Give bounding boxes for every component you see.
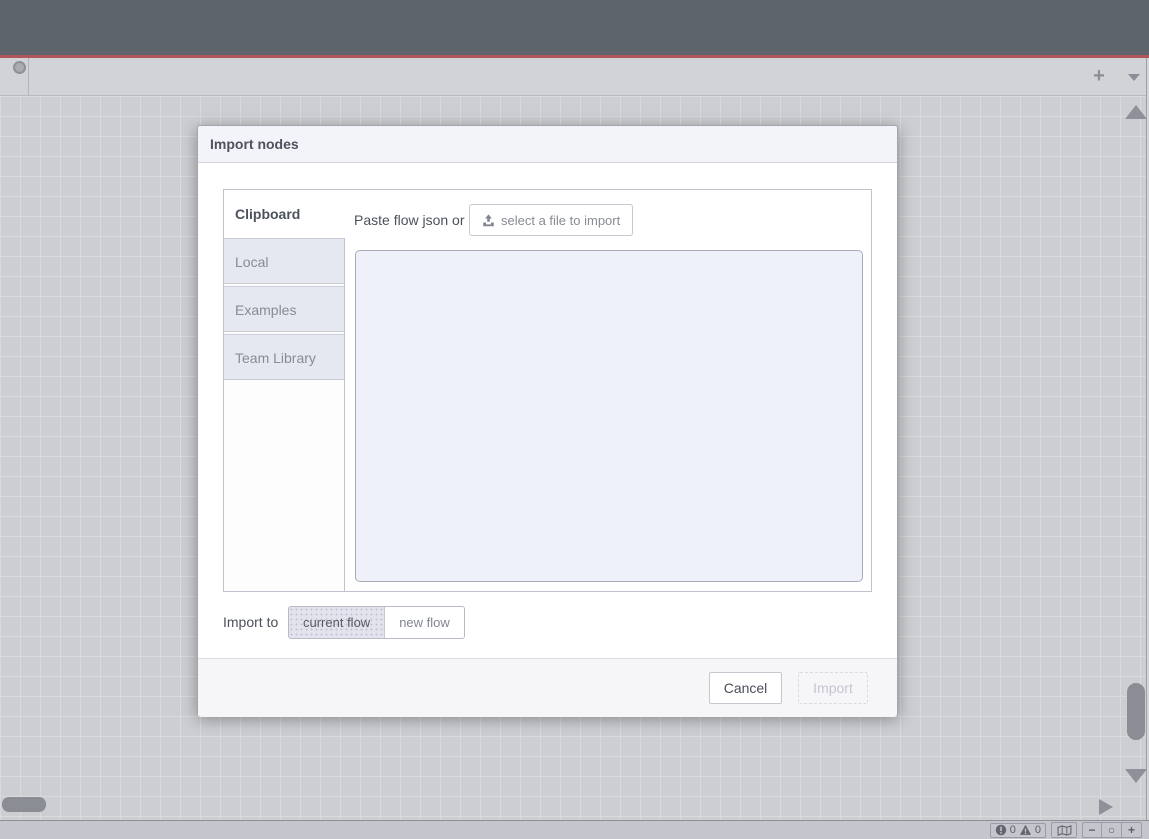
chevron-down-icon [1128,74,1140,81]
zoom-out-button[interactable]: − [1082,822,1102,838]
error-count: 0 [1010,824,1016,836]
tab-local[interactable]: Local [224,238,344,284]
dialog-footer: Cancel Import [198,658,897,717]
import-nodes-dialog: Import nodes Clipboard Local Examples Te… [197,125,898,716]
select-file-label: select a file to import [501,213,620,228]
target-current-flow-button[interactable]: current flow [289,607,384,638]
warning-count: 0 [1035,824,1041,836]
dialog-title: Import nodes [210,136,299,152]
dialog-header: Import nodes [198,126,897,163]
import-source-tabs: Clipboard Local Examples Team Library [224,190,345,591]
zoom-controls: − ○ + [1082,822,1142,838]
map-icon [1057,825,1072,836]
add-flow-button[interactable]: + [1086,62,1112,90]
cancel-button[interactable]: Cancel [709,672,782,704]
select-file-button[interactable]: select a file to import [469,204,633,236]
tab-clipboard[interactable]: Clipboard [224,190,346,238]
notifications-badge[interactable]: 0 0 [990,823,1046,838]
paste-flow-label: Paste flow json or [354,212,465,228]
warning-triangle-icon [1019,824,1032,836]
scroll-up-arrow[interactable] [1125,105,1147,119]
import-to-label: Import to [223,614,278,630]
import-target-group: current flow new flow [288,606,465,639]
target-new-flow-button[interactable]: new flow [384,607,464,638]
workspace-tabbar: + [0,58,1149,96]
import-content-box: Clipboard Local Examples Team Library Pa… [223,189,872,592]
flow-json-input[interactable] [355,250,863,582]
flow-list-dropdown-button[interactable] [1124,64,1144,88]
error-circle-icon [995,824,1007,836]
vertical-scrollbar-thumb[interactable] [1127,683,1145,740]
scroll-down-arrow[interactable] [1125,769,1147,783]
status-bar: 0 0 − ○ + [0,820,1149,839]
app-header [0,0,1149,55]
tabbar-divider [28,58,29,96]
scroll-right-arrow[interactable] [1099,799,1113,815]
navigator-toggle-button[interactable] [1051,822,1077,838]
import-button[interactable]: Import [798,672,868,704]
tab-examples[interactable]: Examples [224,286,344,332]
palette-circle-icon [13,61,26,74]
upload-icon [482,214,495,227]
horizontal-scrollbar-thumb[interactable] [2,797,46,812]
tab-team-library[interactable]: Team Library [224,334,344,380]
node-red-editor: + 0 0 [0,0,1149,839]
zoom-reset-button[interactable]: ○ [1102,822,1122,838]
zoom-in-button[interactable]: + [1122,822,1142,838]
